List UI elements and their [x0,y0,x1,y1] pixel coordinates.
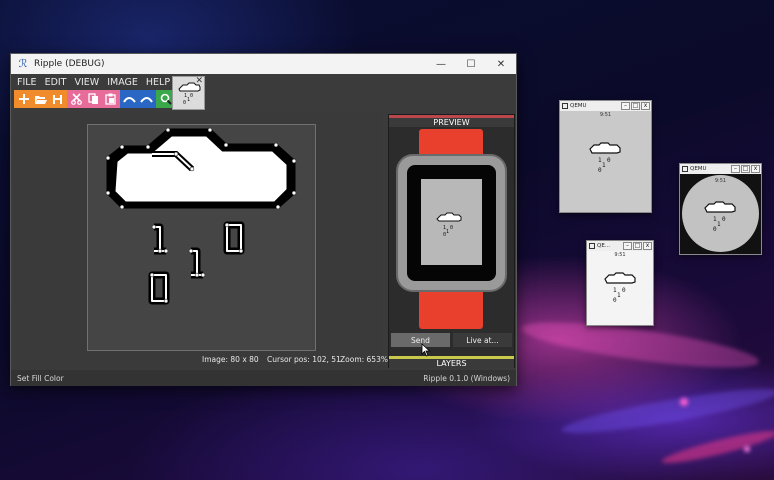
mouse-cursor-icon [421,343,431,357]
new-icon[interactable] [15,91,32,107]
wallpaper-streak [660,425,774,469]
menu-file[interactable]: FILE [11,77,41,88]
copy-icon[interactable] [85,91,102,107]
svg-text:1: 1 [446,229,449,235]
status-bar: Set Fill Color Ripple 0.1.0 (Windows) [11,370,516,386]
svg-text:0: 0 [598,167,602,174]
wallpaper-glow-dot [680,398,688,406]
paste-icon[interactable] [102,91,119,107]
clipboard-tool-group [67,90,120,108]
qemu-titlebar[interactable]: QE... – □ x [587,241,653,251]
qemu-titlebar[interactable]: QEMU – □ x [680,164,761,174]
minimize-button[interactable]: — [426,54,456,74]
drawing-canvas[interactable] [87,124,316,351]
menu-image[interactable]: IMAGE [103,77,142,88]
qemu-time: 9:51 [614,252,626,258]
window-titlebar[interactable]: ℛ Ripple (DEBUG) — ☐ ✕ [11,54,516,74]
qemu-maximize-button[interactable]: □ [633,242,642,250]
svg-text:1: 1 [602,162,606,169]
qemu-watchface: 1 0 1 0 [604,272,636,304]
qemu-minimize-button[interactable]: – [731,165,740,173]
qemu-time: 9:51 [714,178,727,184]
qemu-title: QE... [597,243,611,249]
redo-icon[interactable] [138,91,155,107]
history-tool-group [120,90,156,108]
svg-text:0: 0 [443,232,446,238]
app-version: Ripple 0.1.0 (Windows) [423,373,510,383]
tab-close-icon[interactable]: ✕ [195,76,203,86]
qemu-maximize-button[interactable]: □ [631,102,640,110]
wallpaper-streak [559,381,774,441]
menu-edit[interactable]: EDIT [41,77,71,88]
canvas-area: Image: 80 x 80 Cursor pos: 102, 51 Zoom:… [14,112,388,372]
svg-text:1: 1 [187,97,190,103]
image-tab[interactable]: ✕ 1 0 1 0 [172,76,205,110]
menu-help[interactable]: HELP [142,77,174,88]
qemu-close-button[interactable]: x [751,165,760,173]
preview-panel: PREVIEW 1 0 1 0 Send Live at... LAYERS [388,114,515,368]
save-icon[interactable] [49,91,66,107]
menu-bar: FILE EDIT VIEW IMAGE HELP [11,74,516,90]
svg-text:0: 0 [190,93,193,99]
qemu-watchface: 1 0 1 0 [704,201,736,233]
live-at-button[interactable]: Live at... [453,333,512,347]
cloud-drawing [105,127,297,305]
qemu-titlebar[interactable]: QEMU – □ x [560,101,651,111]
qemu-icon [589,243,595,249]
svg-text:0: 0 [450,225,453,231]
image-size-label: Image: 80 x 80 [202,355,259,364]
maximize-button[interactable]: ☐ [456,54,486,74]
qemu-close-button[interactable]: x [641,102,650,110]
qemu-minimize-button[interactable]: – [623,242,632,250]
file-tool-group [14,90,67,108]
cut-icon[interactable] [68,91,85,107]
qemu-window-3[interactable]: QE... – □ x 9:51 1 0 1 0 [586,240,654,326]
open-icon[interactable] [32,91,49,107]
layers-header[interactable]: LAYERS [389,356,514,368]
wallpaper-glow-dot [744,446,750,452]
svg-text:0: 0 [607,157,611,164]
cursor-pos-label: Cursor pos: 102, 51 [267,355,341,364]
toolbar [14,90,175,108]
svg-text:0: 0 [613,297,617,304]
qemu-window-1[interactable]: QEMU – □ x 9:51 1 0 1 0 [559,100,652,213]
ripple-window: ℛ Ripple (DEBUG) — ☐ ✕ FILE EDIT VIEW IM… [10,53,517,386]
preview-buttons: Send Live at... [391,333,512,347]
svg-text:1: 1 [717,221,721,228]
status-message: Set Fill Color [17,373,64,383]
svg-text:1: 1 [617,292,621,299]
window-title: Ripple (DEBUG) [34,59,105,69]
zoom-label: Zoom: 653% [340,355,388,364]
qemu-maximize-button[interactable]: □ [741,165,750,173]
qemu-icon [562,103,568,109]
qemu-close-button[interactable]: x [643,242,652,250]
qemu-time: 9:51 [599,112,612,118]
menu-view[interactable]: VIEW [71,77,104,88]
preview-header[interactable]: PREVIEW [389,115,514,127]
svg-text:0: 0 [713,226,717,233]
svg-text:0: 0 [722,216,726,223]
qemu-title: QEMU [570,103,587,109]
qemu-title: QEMU [690,166,707,172]
svg-text:0: 0 [183,100,186,106]
qemu-watchface: 1 0 1 0 [589,142,621,174]
qemu-icon [682,166,688,172]
qemu-minimize-button[interactable]: – [621,102,630,110]
close-button[interactable]: ✕ [486,54,516,74]
svg-text:0: 0 [622,287,626,294]
undo-icon[interactable] [121,91,138,107]
qemu-screen-bg: 9:51 1 0 1 0 [680,174,761,254]
watch-preview: 1 0 1 0 [389,129,514,329]
qemu-window-2[interactable]: QEMU – □ x 9:51 1 0 1 0 [679,163,762,255]
ripple-app-icon: ℛ [18,57,28,70]
